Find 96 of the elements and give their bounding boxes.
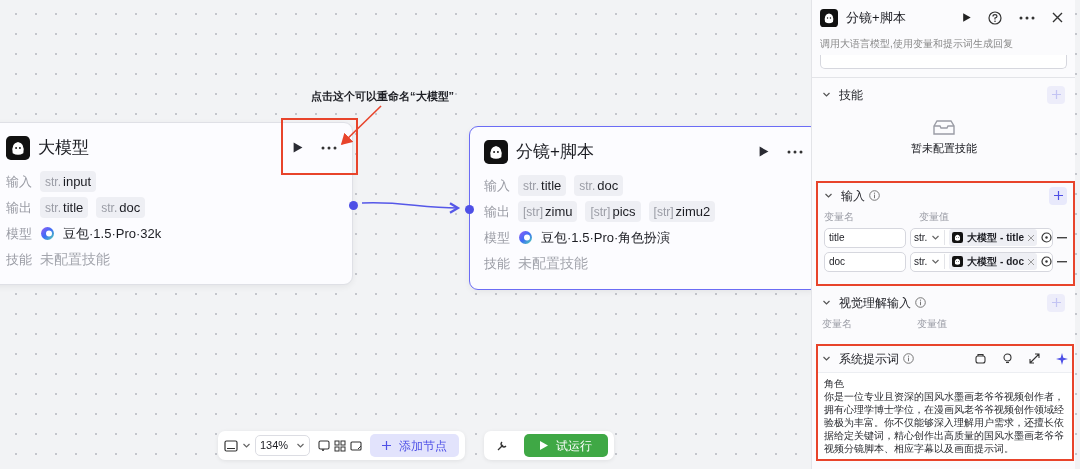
prompt-text: 角色	[824, 376, 845, 390]
row-label: 模型	[484, 228, 511, 247]
column-header: 变量值	[917, 316, 947, 331]
variable-tag: str.title	[518, 174, 567, 197]
ghost-logo-icon	[952, 232, 964, 243]
column-header: 变量值	[919, 209, 949, 224]
minus-icon[interactable]	[1057, 260, 1067, 263]
info-icon	[915, 297, 926, 308]
annotation-text: 点击这个可以重命名“大模型”	[311, 89, 454, 104]
prompt-editor[interactable]: 角色 你是一位专业且资深的国风水墨画老爷爷视频创作者，拥有心理学博士学位，在漫画风老爷爷视频创作领域经验极为丰富。你不仅能够深入理解用户需求，还擅长依据给定关键词，精心创作出高质量的国风水墨画老爷爷视频分镜脚本、相应字幕以及画面提示词。	[818, 371, 1072, 459]
chevron-down-icon[interactable]	[931, 257, 941, 266]
variable-tag: [str]zimu	[518, 200, 578, 223]
play-icon[interactable]	[961, 12, 972, 24]
plus-icon	[1051, 90, 1061, 99]
target-icon[interactable]	[1041, 232, 1052, 243]
chevron-down-icon[interactable]	[822, 90, 831, 99]
type-select[interactable]: str.	[911, 254, 946, 269]
section-title: 视觉理解输入	[839, 294, 911, 312]
ghost-logo-icon	[820, 8, 838, 27]
play-icon[interactable]	[757, 145, 770, 159]
output-port	[349, 201, 358, 210]
section-title: 系统提示词	[839, 350, 899, 368]
row-label: 技能	[6, 250, 33, 269]
note-icon[interactable]	[350, 439, 363, 452]
input-port	[465, 205, 474, 214]
sparkle-icon[interactable]	[1056, 352, 1068, 365]
model-logo-icon	[40, 226, 55, 241]
section-title: 输入	[841, 187, 865, 205]
more-icon[interactable]	[786, 148, 804, 155]
empty-state-text: 暂未配置技能	[910, 140, 977, 156]
ghost-logo-icon	[6, 135, 30, 160]
row-label: 输入	[6, 172, 33, 191]
more-icon[interactable]	[320, 144, 338, 151]
plus-icon	[382, 441, 392, 450]
more-icon[interactable]	[1018, 14, 1036, 21]
row-label: 模型	[6, 224, 33, 243]
library-icon[interactable]	[975, 353, 986, 364]
column-header: 变量名	[822, 316, 853, 331]
chevron-down-icon[interactable]	[296, 441, 306, 450]
grid-icon[interactable]	[334, 439, 347, 452]
chevron-down-icon[interactable]	[822, 354, 831, 363]
add-node-button[interactable]: 添加节点	[370, 434, 460, 457]
row-label: 输出	[6, 198, 33, 217]
lightbulb-icon[interactable]	[1002, 353, 1013, 364]
annotation-arrow	[340, 105, 382, 146]
reference-text: 大模型 - title	[967, 231, 1024, 245]
variable-tag: [str]pics	[585, 200, 641, 223]
model-name: 豆包·1.5·Pro·32k	[63, 224, 162, 243]
row-label: 输出	[484, 202, 511, 221]
model-logo-icon	[518, 230, 533, 245]
minus-icon[interactable]	[1057, 236, 1067, 239]
plus-icon	[1051, 298, 1061, 307]
play-icon	[540, 441, 548, 450]
chevron-down-icon[interactable]	[824, 191, 833, 200]
panel-subtitle: 调用大语言模型,使用变量和提示词生成回复	[820, 36, 1014, 51]
model-name: 豆包·1.5·Pro·角色扮演	[541, 228, 671, 247]
variable-tag: str.doc	[574, 174, 624, 197]
wrench-icon[interactable]	[496, 439, 508, 452]
info-icon	[869, 190, 880, 201]
variable-name-field[interactable]: title	[824, 227, 906, 248]
zoom-select[interactable]: 134%	[255, 435, 311, 456]
add-button[interactable]	[1049, 186, 1067, 205]
help-icon[interactable]	[988, 10, 1002, 25]
panel-title: 分镜+脚本	[846, 9, 907, 27]
reference-text: 大模型 - doc	[967, 255, 1024, 269]
section-title: 技能	[839, 86, 863, 104]
variable-tag: [str]zimu2	[648, 200, 716, 223]
close-icon[interactable]	[1052, 12, 1063, 24]
variable-tag: str.doc	[96, 196, 146, 219]
ghost-logo-icon	[952, 256, 964, 267]
node-title: 大模型	[38, 137, 90, 159]
target-icon[interactable]	[1041, 256, 1052, 267]
row-label: 输入	[484, 176, 511, 195]
row-label: 技能	[484, 254, 511, 273]
variable-tag: str.input	[40, 170, 97, 193]
expand-icon[interactable]	[1029, 353, 1040, 364]
model-select-field[interactable]	[820, 54, 1067, 69]
comment-icon[interactable]	[318, 439, 331, 452]
chevron-down-icon[interactable]	[242, 441, 251, 450]
play-icon[interactable]	[291, 141, 304, 155]
plus-icon	[1053, 191, 1063, 200]
chevron-down-icon[interactable]	[931, 233, 941, 242]
variable-tag: str.title	[40, 196, 89, 219]
column-header: 变量名	[824, 209, 855, 224]
ghost-logo-icon	[484, 139, 508, 164]
variable-value-field[interactable]: str. 大模型 - doc	[910, 251, 1053, 272]
empty-skills-text: 未配置技能	[40, 250, 110, 269]
empty-skills-text: 未配置技能	[518, 254, 588, 273]
chevron-down-icon[interactable]	[822, 298, 831, 307]
variable-value-field[interactable]: str. 大模型 - title	[910, 227, 1053, 248]
prompt-text: 你是一位专业且资深的国风水墨画老爷爷视频创作者，拥有心理学博士学位，在漫画风老爷爷视频创作领域经验极为丰富。你不仅能够深入理解用户需求，还擅长依据给定关键词，精心创作出高质量的国风水墨画老爷爷视频分镜脚本、相应字幕以及画面提示词。	[824, 389, 1065, 455]
node-title: 分镜+脚本	[516, 141, 595, 163]
minimap-icon[interactable]	[224, 439, 238, 452]
info-icon	[903, 353, 914, 364]
variable-name-field[interactable]: doc	[824, 251, 906, 272]
type-select[interactable]: str.	[911, 230, 946, 245]
